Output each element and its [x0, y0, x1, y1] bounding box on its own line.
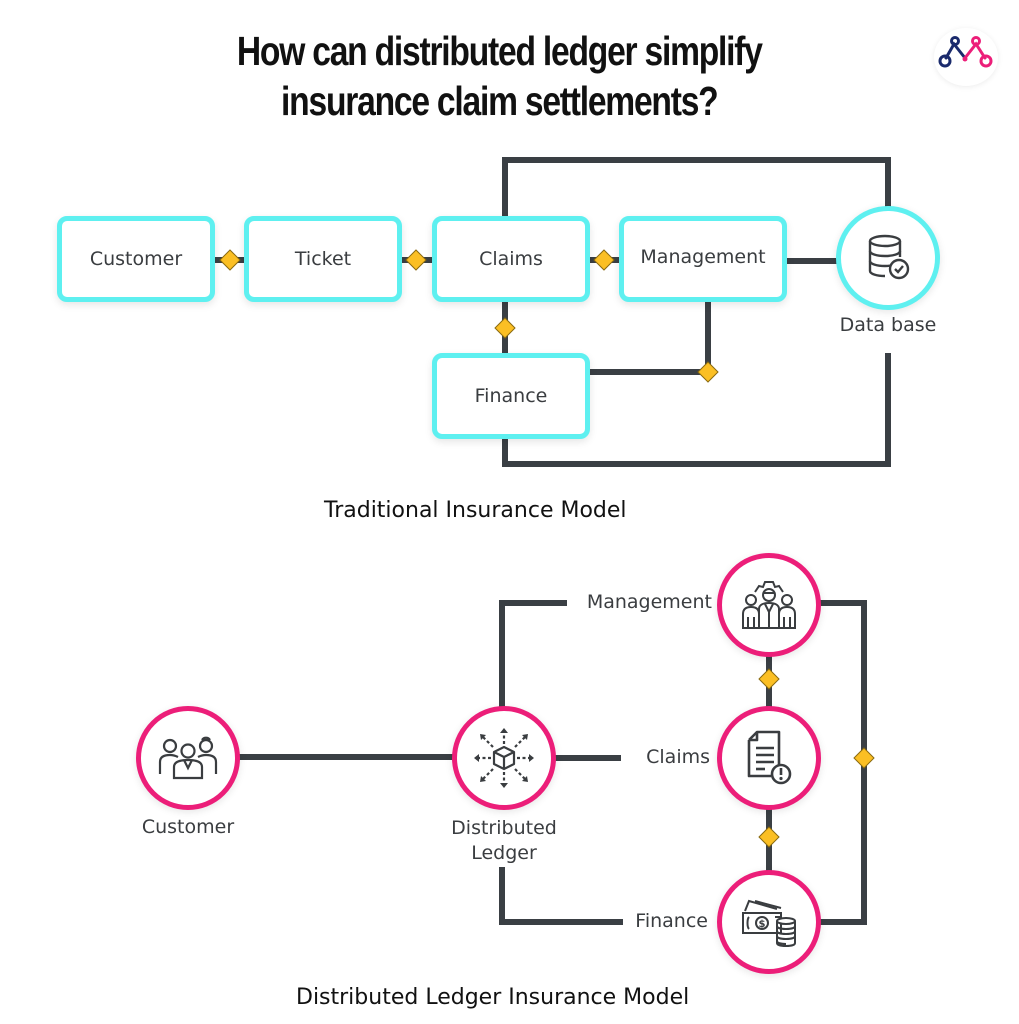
diamond-connector — [593, 249, 615, 271]
cash-coins-icon: $ — [742, 899, 796, 947]
node-dl-customer — [136, 706, 240, 810]
node-customer: Customer — [57, 216, 215, 302]
connector-ledger-management — [499, 600, 567, 709]
diamond-connector — [758, 668, 780, 690]
diamond-connector — [219, 249, 241, 271]
connector-ledger-finance — [499, 867, 623, 925]
node-dl-finance: $ — [717, 870, 821, 974]
connector-claims-database-top — [502, 157, 891, 221]
diamond-connector — [758, 826, 780, 848]
diamond-connector — [697, 361, 719, 383]
node-label: Finance — [474, 385, 548, 407]
node-database — [836, 206, 940, 310]
diamond-connector — [494, 317, 516, 339]
svg-text:$: $ — [759, 919, 766, 930]
ledger-label-line-2: Ledger — [471, 842, 537, 864]
node-claims: Claims — [432, 216, 590, 302]
node-dl-management-label: Management — [586, 591, 712, 613]
node-ticket: Ticket — [244, 216, 402, 302]
management-team-gear-icon — [742, 581, 796, 629]
node-label: Claims — [479, 248, 543, 270]
node-dl-customer-label: Customer — [141, 816, 235, 838]
traditional-model-caption: Traditional Insurance Model — [324, 498, 627, 523]
node-finance: Finance — [432, 353, 590, 439]
diamond-connector — [405, 249, 427, 271]
node-label: Management — [640, 246, 766, 268]
database-check-icon — [868, 234, 910, 280]
ledger-label-line-1: Distributed — [451, 817, 557, 839]
node-dl-claims — [717, 706, 821, 810]
connector-finance-management — [585, 299, 711, 375]
connector-management-finance-loop — [817, 600, 867, 925]
node-database-label: Data base — [839, 314, 937, 336]
node-management: Management — [619, 216, 787, 302]
node-distributed-ledger-label: Distributed Ledger — [438, 816, 570, 866]
customers-group-icon — [158, 736, 218, 780]
node-dl-finance-label: Finance — [635, 910, 708, 932]
claim-document-alert-icon — [747, 730, 792, 785]
node-label: Ticket — [294, 248, 352, 270]
node-dl-claims-label: Claims — [646, 746, 710, 768]
node-label: Customer — [89, 248, 183, 270]
node-dl-management — [717, 553, 821, 657]
distributed-box-arrows-icon — [474, 728, 534, 788]
diamond-connector — [853, 747, 875, 769]
node-distributed-ledger — [452, 706, 556, 810]
distributed-model-caption: Distributed Ledger Insurance Model — [296, 985, 690, 1010]
